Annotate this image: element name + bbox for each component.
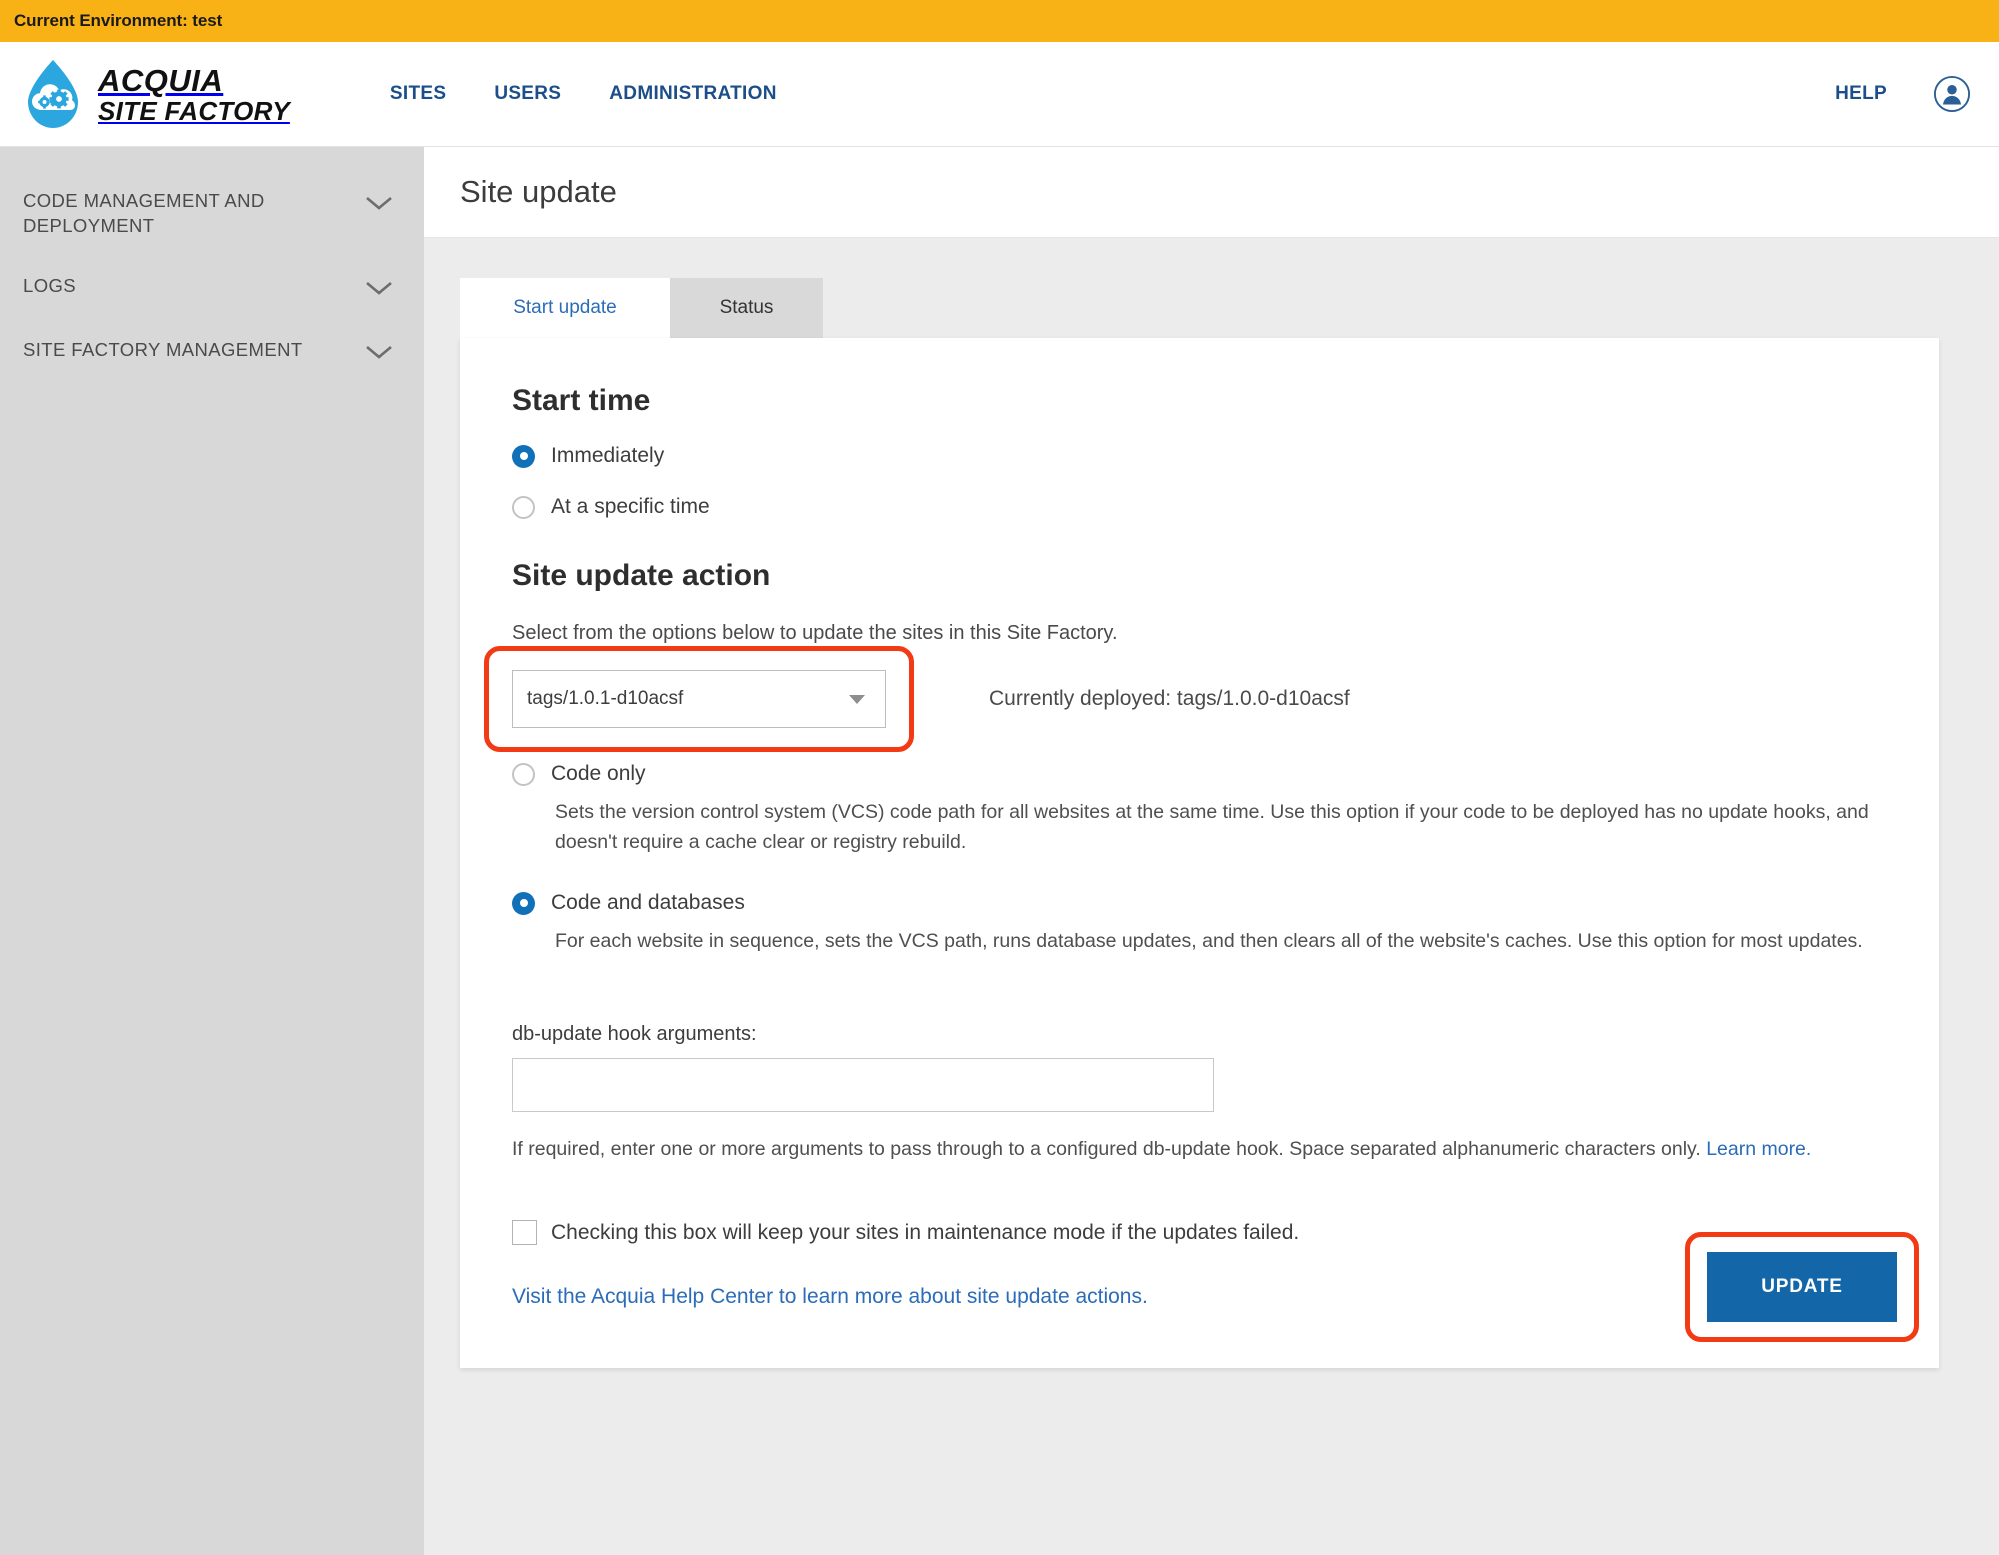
chevron-down-icon: [364, 274, 394, 302]
db-hook-helper-body: If required, enter one or more arguments…: [512, 1137, 1707, 1160]
brand-line-2: SITE FACTORY: [98, 95, 290, 126]
brand-wordmark: ACQUIA SITE FACTORY: [98, 65, 290, 124]
radio-immediately-label: Immediately: [551, 444, 665, 467]
chevron-down-icon: [849, 694, 865, 704]
version-select-row: tags/1.0.1-d10acsf Currently deployed: t…: [484, 646, 1887, 752]
db-hook-label: db-update hook arguments:: [512, 1022, 757, 1045]
maintenance-mode-checkbox[interactable]: [512, 1220, 537, 1246]
radio-code-only[interactable]: Code only: [512, 762, 1887, 786]
nav-item-administration[interactable]: ADMINISTRATION: [609, 83, 776, 105]
brand-logo-link[interactable]: ACQUIA SITE FACTORY: [22, 58, 290, 130]
chevron-down-icon: [364, 189, 394, 217]
start-update-panel: Start time Immediately At a specific tim…: [460, 338, 1939, 1368]
currently-deployed-text: Currently deployed: tags/1.0.0-d10acsf: [989, 687, 1350, 710]
maintenance-mode-checkbox-row[interactable]: Checking this box will keep your sites i…: [512, 1220, 1887, 1246]
environment-banner: Current Environment: test: [0, 0, 1999, 42]
page-shell: CODE MANAGEMENT AND DEPLOYMENT LOGS SITE…: [0, 147, 1999, 1555]
radio-code-only-indicator: [512, 762, 535, 786]
version-select-value: tags/1.0.1-d10acsf: [527, 688, 684, 709]
tab-start-update[interactable]: Start update: [460, 278, 670, 338]
user-circle-icon[interactable]: [1933, 75, 1971, 113]
acquia-droplet-cloud-gear-logo-icon: [22, 58, 84, 130]
code-and-databases-description: For each website in sequence, sets the V…: [555, 930, 1863, 953]
panel-content: Start time Immediately At a specific tim…: [460, 384, 1939, 1309]
nav-item-users[interactable]: USERS: [494, 83, 561, 105]
radio-immediately[interactable]: Immediately: [512, 444, 1887, 468]
radio-at-a-specific-time[interactable]: At a specific time: [512, 495, 1887, 519]
option-code-and-databases: Code and databases For each website in s…: [512, 891, 1887, 957]
start-time-heading: Start time: [512, 384, 651, 417]
code-only-description: Sets the version control system (VCS) co…: [555, 801, 1869, 853]
environment-banner-text: Current Environment: test: [14, 11, 223, 30]
version-select-wrapper: tags/1.0.1-d10acsf: [484, 646, 914, 752]
sidebar-item-label: CODE MANAGEMENT AND DEPLOYMENT: [23, 190, 265, 236]
content-area: Site update Start update Status Start ti…: [424, 147, 1999, 1555]
radio-immediately-indicator: [512, 444, 535, 468]
radio-at-a-specific-time-label: At a specific time: [551, 495, 710, 518]
maintenance-mode-label: Checking this box will keep your sites i…: [551, 1220, 1300, 1244]
main-navigation: SITES USERS ADMINISTRATION: [390, 83, 777, 105]
radio-code-and-databases[interactable]: Code and databases: [512, 891, 1887, 915]
version-select[interactable]: tags/1.0.1-d10acsf: [512, 670, 886, 728]
header-right-group: HELP: [1835, 75, 1971, 113]
tab-status[interactable]: Status: [670, 278, 823, 338]
option-code-only: Code only Sets the version control syste…: [512, 762, 1887, 857]
chevron-down-icon: [364, 338, 394, 366]
update-button-zone: UPDATE: [1685, 1232, 1919, 1342]
sidebar-item-code-management-and-deployment[interactable]: CODE MANAGEMENT AND DEPLOYMENT: [0, 171, 424, 256]
sidebar-item-site-factory-management[interactable]: SITE FACTORY MANAGEMENT: [0, 320, 424, 384]
radio-code-and-databases-indicator: [512, 891, 535, 915]
db-hook-helper-text: If required, enter one or more arguments…: [512, 1134, 1887, 1164]
learn-more-link[interactable]: Learn more.: [1706, 1138, 1811, 1160]
radio-code-and-databases-label: Code and databases: [551, 891, 745, 915]
radio-at-a-specific-time-indicator: [512, 495, 535, 519]
panel-wrapper: Start update Status Start time Immediate…: [424, 238, 1999, 1368]
help-link[interactable]: HELP: [1835, 83, 1887, 105]
sidebar-item-logs[interactable]: LOGS: [0, 256, 424, 320]
sidebar-item-label: LOGS: [23, 275, 77, 297]
tab-bar: Start update Status: [460, 278, 1939, 338]
site-update-action-heading: Site update action: [512, 559, 771, 592]
acquia-help-center-link[interactable]: Visit the Acquia Help Center to learn mo…: [512, 1285, 1887, 1309]
update-button[interactable]: UPDATE: [1707, 1252, 1897, 1322]
radio-code-only-label: Code only: [551, 762, 646, 785]
site-header: ACQUIA SITE FACTORY SITES USERS ADMINIST…: [0, 42, 1999, 147]
sidebar: CODE MANAGEMENT AND DEPLOYMENT LOGS SITE…: [0, 147, 424, 1555]
sidebar-item-label: SITE FACTORY MANAGEMENT: [23, 339, 303, 361]
db-hook-arguments-input[interactable]: [512, 1057, 1214, 1112]
page-header: Site update: [424, 147, 1999, 238]
brand-line-1: ACQUIA: [98, 62, 224, 98]
page-title: Site update: [460, 174, 617, 209]
nav-item-sites[interactable]: SITES: [390, 83, 446, 105]
site-update-action-intro: Select from the options below to update …: [512, 622, 1118, 644]
